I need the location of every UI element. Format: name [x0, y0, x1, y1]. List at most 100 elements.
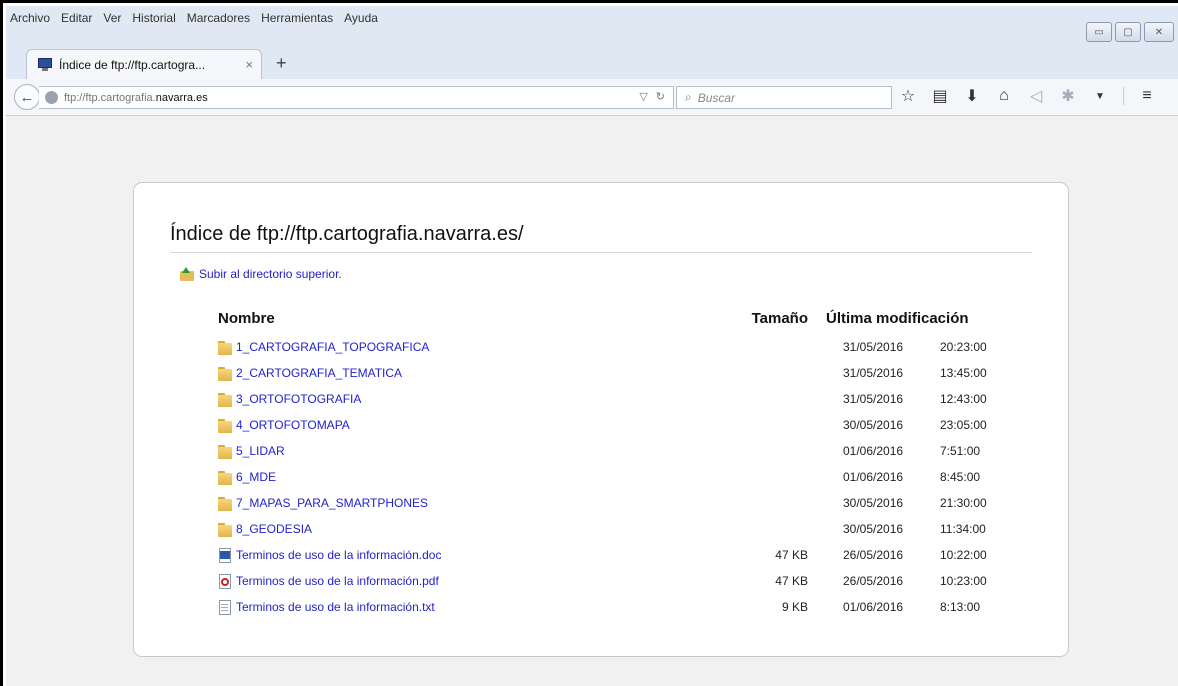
- file-time: 10:22:00: [940, 548, 987, 562]
- tab-title: Índice de ftp://ftp.cartogra...: [59, 57, 206, 72]
- directory-listing-card: Índice de ftp://ftp.cartografia.navarra.…: [133, 182, 1069, 657]
- url-bar[interactable]: ftp://ftp.cartografia.navarra.es ▽ ↻: [39, 86, 674, 109]
- home-icon[interactable]: ⌂: [995, 87, 1013, 105]
- file-name-cell: 4_ORTOFOTOMAPA: [218, 412, 718, 438]
- extension-icon[interactable]: ✱: [1059, 86, 1077, 106]
- new-tab-button[interactable]: +: [276, 53, 287, 74]
- tab-active[interactable]: Índice de ftp://ftp.cartogra... ×: [26, 49, 262, 79]
- file-date: 31/05/2016: [843, 340, 904, 354]
- pdf-file-icon: [218, 573, 232, 589]
- table-row: Terminos de uso de la información.pdf 47 …: [218, 568, 1010, 594]
- minimize-button[interactable]: ▭: [1086, 22, 1112, 42]
- file-name-cell: 8_GEODESIA: [218, 516, 718, 542]
- file-time: 10:23:00: [940, 574, 987, 588]
- monitor-icon: [37, 57, 53, 72]
- file-link[interactable]: 1_CARTOGRAFIA_TOPOGRAFICA: [236, 340, 429, 354]
- file-size: [718, 334, 826, 360]
- file-name-cell: 1_CARTOGRAFIA_TOPOGRAFICA: [218, 334, 718, 360]
- file-link[interactable]: Terminos de uso de la información.doc: [236, 548, 441, 562]
- file-time: 23:05:00: [940, 418, 987, 432]
- table-row: 6_MDE 01/06/2016 8:45:00: [218, 464, 1010, 490]
- bookmark-star-icon[interactable]: ☆: [899, 86, 917, 106]
- menu-ver[interactable]: Ver: [103, 11, 121, 25]
- folder-icon: [218, 366, 232, 381]
- page-content: Índice de ftp://ftp.cartografia.navarra.…: [6, 116, 1178, 686]
- file-date: 26/05/2016: [843, 548, 904, 562]
- file-size: [718, 412, 826, 438]
- close-window-button[interactable]: ✕: [1144, 22, 1174, 42]
- file-date: 30/05/2016: [843, 418, 904, 432]
- doc-file-icon: [218, 547, 232, 563]
- table-row: 4_ORTOFOTOMAPA 30/05/2016 23:05:00: [218, 412, 1010, 438]
- window-controls: ▭ ▢ ✕: [1086, 22, 1174, 42]
- page-title: Índice de ftp://ftp.cartografia.navarra.…: [170, 223, 1032, 253]
- download-icon[interactable]: ⬇: [963, 86, 981, 106]
- extension-dropdown-icon[interactable]: ▼: [1091, 91, 1109, 102]
- menu-archivo[interactable]: Archivo: [10, 11, 50, 25]
- table-row: 1_CARTOGRAFIA_TOPOGRAFICA 31/05/2016 20:23…: [218, 334, 1010, 360]
- folder-icon: [218, 522, 232, 537]
- file-name-cell: Terminos de uso de la información.txt: [218, 594, 718, 620]
- menu-historial[interactable]: Historial: [132, 11, 175, 25]
- file-name-cell: Terminos de uso de la información.pdf: [218, 568, 718, 594]
- column-header-modified: Última modificación: [826, 309, 969, 327]
- file-size: [718, 360, 826, 386]
- back-button[interactable]: ←: [14, 84, 40, 110]
- toolbar-icons: ☆ ▤ ⬇ ⌂ ◁ ✱ ▼ ≡: [899, 86, 1156, 106]
- file-name-cell: 5_LIDAR: [218, 438, 718, 464]
- file-link[interactable]: Terminos de uso de la información.txt: [236, 600, 435, 614]
- file-name-cell: 3_ORTOFOTOGRAFIA: [218, 386, 718, 412]
- toolbar-separator: [1123, 87, 1124, 105]
- browser-window: Archivo Editar Ver Historial Marcadores …: [0, 0, 1178, 686]
- file-time: 11:34:00: [940, 522, 986, 536]
- file-size: 47 KB: [775, 548, 808, 562]
- menu-hamburger-icon[interactable]: ≡: [1138, 87, 1156, 105]
- file-link[interactable]: 8_GEODESIA: [236, 522, 312, 536]
- menu-marcadores[interactable]: Marcadores: [187, 11, 250, 25]
- file-date: 01/06/2016: [843, 444, 904, 458]
- file-date: 01/06/2016: [843, 600, 904, 614]
- url-prefix: ftp://ftp.cartografia.: [64, 91, 156, 104]
- file-time: 12:43:00: [940, 392, 987, 406]
- close-tab-icon[interactable]: ×: [245, 57, 253, 72]
- table-row: 2_CARTOGRAFIA_TEMATICA 31/05/2016 13:45:00: [218, 360, 1010, 386]
- folder-icon: [218, 444, 232, 459]
- send-icon[interactable]: ◁: [1027, 86, 1045, 106]
- url-text: ftp://ftp.cartografia.navarra.es: [64, 92, 208, 104]
- parent-directory-label[interactable]: Subir al directorio superior.: [199, 267, 342, 281]
- folder-icon: [218, 470, 232, 485]
- file-name-cell: 6_MDE: [218, 464, 718, 490]
- table-row: 3_ORTOFOTOGRAFIA 31/05/2016 12:43:00: [218, 386, 1010, 412]
- maximize-button[interactable]: ▢: [1115, 22, 1141, 42]
- file-link[interactable]: 5_LIDAR: [236, 444, 285, 458]
- back-arrow-icon: ←: [19, 88, 35, 106]
- reading-list-icon[interactable]: ▤: [931, 86, 949, 106]
- file-time: 8:45:00: [940, 470, 981, 484]
- menu-editar[interactable]: Editar: [61, 11, 92, 25]
- folder-icon: [218, 340, 232, 355]
- parent-directory-link[interactable]: Subir al directorio superior.: [180, 267, 342, 281]
- table-row: 8_GEODESIA 30/05/2016 11:34:00: [218, 516, 1010, 542]
- reload-icon[interactable]: ↻: [656, 90, 665, 103]
- menu-ayuda[interactable]: Ayuda: [344, 11, 378, 25]
- file-link[interactable]: 2_CARTOGRAFIA_TEMATICA: [236, 366, 402, 380]
- menu-list: Archivo Editar Ver Historial Marcadores …: [10, 11, 378, 25]
- file-link[interactable]: 6_MDE: [236, 470, 276, 484]
- file-date: 01/06/2016: [843, 470, 904, 484]
- folder-icon: [218, 496, 232, 511]
- column-header-size: Tamaño: [751, 309, 808, 327]
- file-time: 21:30:00: [940, 496, 987, 510]
- menu-herramientas[interactable]: Herramientas: [261, 11, 333, 25]
- file-link[interactable]: Terminos de uso de la información.pdf: [236, 574, 439, 588]
- file-name-cell: 2_CARTOGRAFIA_TEMATICA: [218, 360, 718, 386]
- file-link[interactable]: 3_ORTOFOTOGRAFIA: [236, 392, 361, 406]
- file-link[interactable]: 7_MAPAS_PARA_SMARTPHONES: [236, 496, 428, 510]
- file-link[interactable]: 4_ORTOFOTOMAPA: [236, 418, 350, 432]
- folder-icon: [218, 392, 232, 407]
- search-placeholder: Buscar: [697, 90, 736, 105]
- globe-icon: [45, 91, 58, 104]
- search-bar[interactable]: ⌕ Buscar: [676, 86, 892, 109]
- history-dropdown-icon[interactable]: ▽: [639, 90, 647, 103]
- table-row: Terminos de uso de la información.txt 9 K…: [218, 594, 1010, 620]
- file-time: 7:51:00: [940, 444, 981, 458]
